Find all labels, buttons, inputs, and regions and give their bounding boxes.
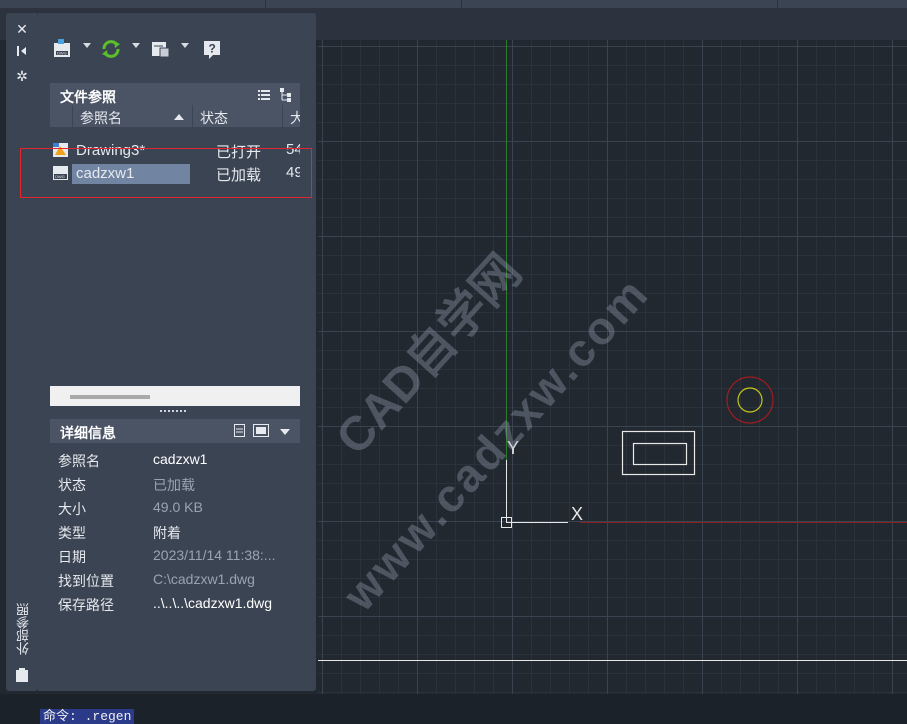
close-icon[interactable]: ✕ [14, 21, 30, 37]
scrollbar-thumb[interactable] [70, 395, 150, 399]
column-header-name[interactable]: 参照名 [80, 108, 122, 128]
ucs-y-label: Y [507, 438, 520, 458]
detail-row: 日期 2023/11/14 11:38:... [58, 547, 298, 569]
outer-circle [726, 376, 774, 424]
ribbon-panel-annotate[interactable] [265, 0, 462, 8]
autohide-icon[interactable] [14, 43, 30, 59]
list-column-header: 参照名 状态 大 [50, 105, 300, 127]
detail-label: 参照名 [58, 453, 100, 469]
help-icon[interactable]: ? [201, 38, 223, 60]
detail-row: 类型 附着 [58, 523, 298, 545]
ribbon-panel-modify[interactable] [0, 0, 266, 8]
column-header-size[interactable]: 大 [290, 108, 300, 128]
ribbon-panel-layers[interactable] [461, 0, 778, 8]
file-references-header: 文件参照 [50, 83, 300, 107]
details-panel: 参照名 cadzxw1 状态 已加载 大小 49.0 KB 类型 附着 日期 2… [50, 443, 300, 613]
refresh-icon[interactable] [100, 38, 122, 60]
inner-circle [737, 387, 763, 413]
file-references-title: 文件参照 [60, 89, 116, 105]
detail-label: 大小 [58, 501, 86, 517]
tree-view-icon[interactable] [280, 88, 292, 105]
splitter-grip[interactable] [160, 410, 186, 415]
detail-value[interactable]: ..\..\..\cadzxw1.dwg [153, 595, 272, 611]
column-header-status[interactable]: 状态 [200, 108, 228, 128]
detail-value: 2023/11/14 11:38:... [153, 547, 276, 563]
detail-value: 49.0 KB [153, 499, 203, 515]
svg-text:?: ? [209, 42, 216, 56]
ribbon-panel-block[interactable] [777, 0, 907, 8]
command-history-text: 命令: .regen [40, 709, 135, 724]
detail-value: 已加载 [153, 477, 195, 493]
preview-view-icon[interactable] [253, 424, 269, 440]
palette-side-strip: ✕ ✲ 外部参照 [6, 13, 38, 691]
detail-label: 保存路径 [58, 597, 114, 613]
detail-label: 日期 [58, 549, 86, 565]
drawing-canvas[interactable]: Y X [318, 40, 907, 724]
ribbon-panel-strip [0, 0, 907, 8]
horizontal-scrollbar[interactable] [50, 386, 300, 406]
command-line-bar[interactable] [0, 694, 907, 724]
detail-label: 类型 [58, 525, 86, 541]
details-view-icon[interactable] [234, 424, 246, 440]
detail-value: C:\cadzxw1.dwg [153, 571, 255, 587]
details-header: 详细信息 [50, 419, 300, 443]
detail-label: 状态 [58, 477, 86, 493]
clipboard-icon[interactable] [14, 667, 30, 683]
path-dropdown-caret[interactable] [181, 43, 189, 48]
attach-dropdown-caret[interactable] [83, 43, 91, 48]
ucs-x-label: X [571, 504, 584, 524]
detail-value[interactable]: cadzxw1 [153, 451, 207, 467]
dwg-attach-icon[interactable]: DWG [52, 38, 74, 60]
detail-row: 找到位置 C:\cadzxw1.dwg [58, 571, 298, 593]
detail-row: 参照名 cadzxw1 [58, 451, 298, 473]
inner-rectangle [632, 442, 688, 466]
details-title: 详细信息 [60, 425, 116, 441]
detail-label: 找到位置 [58, 573, 114, 589]
detail-row: 大小 49.0 KB [58, 499, 298, 521]
highlight-box [20, 148, 312, 198]
refresh-dropdown-caret[interactable] [132, 43, 140, 48]
drawing-geometry [318, 40, 907, 661]
detail-value[interactable]: 附着 [153, 523, 181, 543]
detail-row: 状态 已加载 [58, 475, 298, 497]
list-view-icon[interactable] [258, 88, 270, 104]
sort-ascending-icon [174, 114, 184, 120]
collapse-caret-icon[interactable] [280, 429, 290, 435]
svg-text:DWG: DWG [57, 51, 67, 56]
gear-icon[interactable]: ✲ [14, 68, 30, 84]
palette-vertical-title: 外部参照 [16, 603, 31, 655]
detail-row: 保存路径 ..\..\..\cadzxw1.dwg [58, 595, 298, 617]
change-path-icon[interactable] [150, 38, 172, 60]
external-references-palette: DWG ? 文件参照 参照名 状态 大 Drawing3* 已打开 54 DWG… [38, 13, 316, 691]
